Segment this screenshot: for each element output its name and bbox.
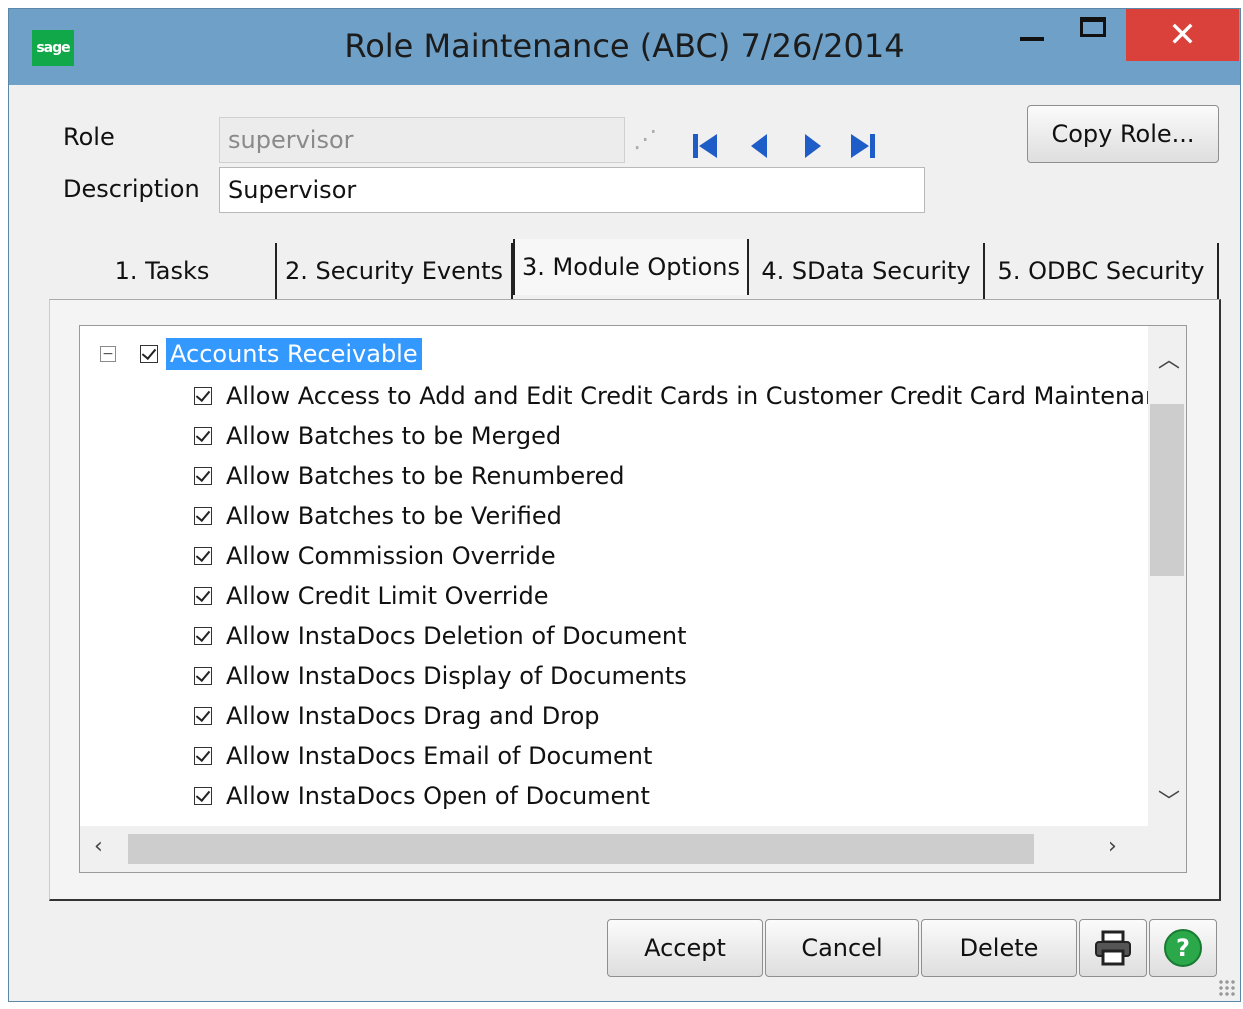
tree-item[interactable]: Allow InstaDocs Open of Document xyxy=(194,776,650,816)
tree-item[interactable]: Allow Batches to be Renumbered xyxy=(194,456,624,496)
description-field[interactable]: Supervisor xyxy=(219,167,925,213)
tree-item[interactable]: Allow InstaDocs Email of Document xyxy=(194,736,652,776)
cancel-button[interactable]: Cancel xyxy=(765,919,919,977)
print-button[interactable] xyxy=(1079,919,1147,977)
help-button[interactable]: ? xyxy=(1149,919,1217,977)
tree-item-label: Allow Credit Limit Override xyxy=(226,582,549,610)
item-checkbox[interactable] xyxy=(194,387,212,405)
tree-item[interactable]: Allow InstaDocs Deletion of Document xyxy=(194,616,686,656)
item-checkbox[interactable] xyxy=(194,507,212,525)
tree-item[interactable]: Allow InstaDocs Display of Documents xyxy=(194,656,687,696)
tree-item[interactable]: Allow Access to Add and Edit Credit Card… xyxy=(194,376,1155,416)
tree-item-label: Allow Access to Add and Edit Credit Card… xyxy=(226,382,1155,410)
help-icon: ? xyxy=(1164,929,1202,967)
scroll-up-icon[interactable]: ︿ xyxy=(1158,342,1180,374)
last-record-icon[interactable] xyxy=(843,124,883,168)
tab-module-options[interactable]: 3. Module Options xyxy=(513,239,749,295)
item-checkbox[interactable] xyxy=(194,747,212,765)
tree-item-label: Allow InstaDocs Open of Document xyxy=(226,782,650,810)
vertical-scrollbar[interactable]: ︿ ﹀ xyxy=(1148,326,1186,826)
scroll-left-icon[interactable]: ‹ xyxy=(94,834,103,859)
tree-root-accounts-receivable[interactable]: − Accounts Receivable xyxy=(100,336,422,372)
minimize-icon xyxy=(1020,37,1044,41)
item-checkbox[interactable] xyxy=(194,787,212,805)
tab-odbc-security[interactable]: 5. ODBC Security xyxy=(985,243,1219,299)
tree-item-label: Allow InstaDocs Drag and Drop xyxy=(226,702,600,730)
tree-item-label: Allow Commission Override xyxy=(226,542,556,570)
item-checkbox[interactable] xyxy=(194,587,212,605)
tree-item[interactable]: Allow InstaDocs Drag and Drop xyxy=(194,696,600,736)
role-field[interactable]: supervisor xyxy=(219,117,625,163)
scroll-right-icon[interactable]: › xyxy=(1108,834,1117,859)
next-record-icon[interactable] xyxy=(793,124,833,168)
item-checkbox[interactable] xyxy=(194,627,212,645)
item-checkbox[interactable] xyxy=(194,667,212,685)
tree-item[interactable]: Allow Credit Limit Override xyxy=(194,576,548,616)
item-checkbox[interactable] xyxy=(194,427,212,445)
copy-role-button[interactable]: Copy Role... xyxy=(1027,105,1219,163)
scroll-down-icon[interactable]: ﹀ xyxy=(1158,784,1180,816)
tree-item[interactable]: Allow Commission Override xyxy=(194,536,556,576)
description-label: Description xyxy=(63,175,200,203)
delete-button[interactable]: Delete xyxy=(921,919,1077,977)
accept-button[interactable]: Accept xyxy=(607,919,763,977)
item-checkbox[interactable] xyxy=(194,707,212,725)
horizontal-scroll-thumb[interactable] xyxy=(128,834,1034,864)
maximize-icon xyxy=(1080,17,1106,37)
maximize-button[interactable] xyxy=(1065,9,1121,61)
tree-item-label: Allow Batches to be Renumbered xyxy=(226,462,625,490)
root-checkbox[interactable] xyxy=(140,345,158,363)
tree-item-label: Allow InstaDocs Display of Documents xyxy=(226,662,687,690)
tree-item-label: Allow InstaDocs Deletion of Document xyxy=(226,622,687,650)
title-bar[interactable]: sage Role Maintenance (ABC) 7/26/2014 ✕ xyxy=(9,9,1240,85)
horizontal-scrollbar[interactable]: ‹ › xyxy=(80,826,1186,872)
tab-security-events[interactable]: 2. Security Events xyxy=(277,243,513,299)
tree-root-label[interactable]: Accounts Receivable xyxy=(166,338,422,370)
item-checkbox[interactable] xyxy=(194,547,212,565)
close-button[interactable]: ✕ xyxy=(1126,9,1239,61)
printer-icon xyxy=(1095,930,1131,966)
tab-tasks[interactable]: 1. Tasks xyxy=(49,243,277,299)
collapse-icon[interactable]: − xyxy=(100,346,116,362)
tree-item-label: Allow Batches to be Verified xyxy=(226,502,562,530)
previous-record-icon[interactable] xyxy=(739,124,779,168)
tab-sdata-security[interactable]: 4. SData Security xyxy=(749,243,985,299)
tree-item-label: Allow InstaDocs Email of Document xyxy=(226,742,653,770)
resize-grip[interactable] xyxy=(1218,979,1236,997)
tree-item[interactable]: Allow Batches to be Verified xyxy=(194,496,562,536)
lookup-icon[interactable]: ⋰ xyxy=(633,125,673,165)
role-label: Role xyxy=(63,123,115,151)
tree-item[interactable]: Allow Batches to be Merged xyxy=(194,416,561,456)
tree-item-label: Allow Batches to be Merged xyxy=(226,422,562,450)
first-record-icon[interactable] xyxy=(685,124,725,168)
module-options-tree[interactable]: − Accounts Receivable Allow Access to Ad… xyxy=(79,325,1187,873)
minimize-button[interactable] xyxy=(1004,9,1060,61)
close-icon: ✕ xyxy=(1168,15,1197,55)
vertical-scroll-thumb[interactable] xyxy=(1150,404,1184,576)
svg-text:?: ? xyxy=(1176,934,1190,962)
role-maintenance-window: sage Role Maintenance (ABC) 7/26/2014 ✕ … xyxy=(8,8,1241,1002)
item-checkbox[interactable] xyxy=(194,467,212,485)
